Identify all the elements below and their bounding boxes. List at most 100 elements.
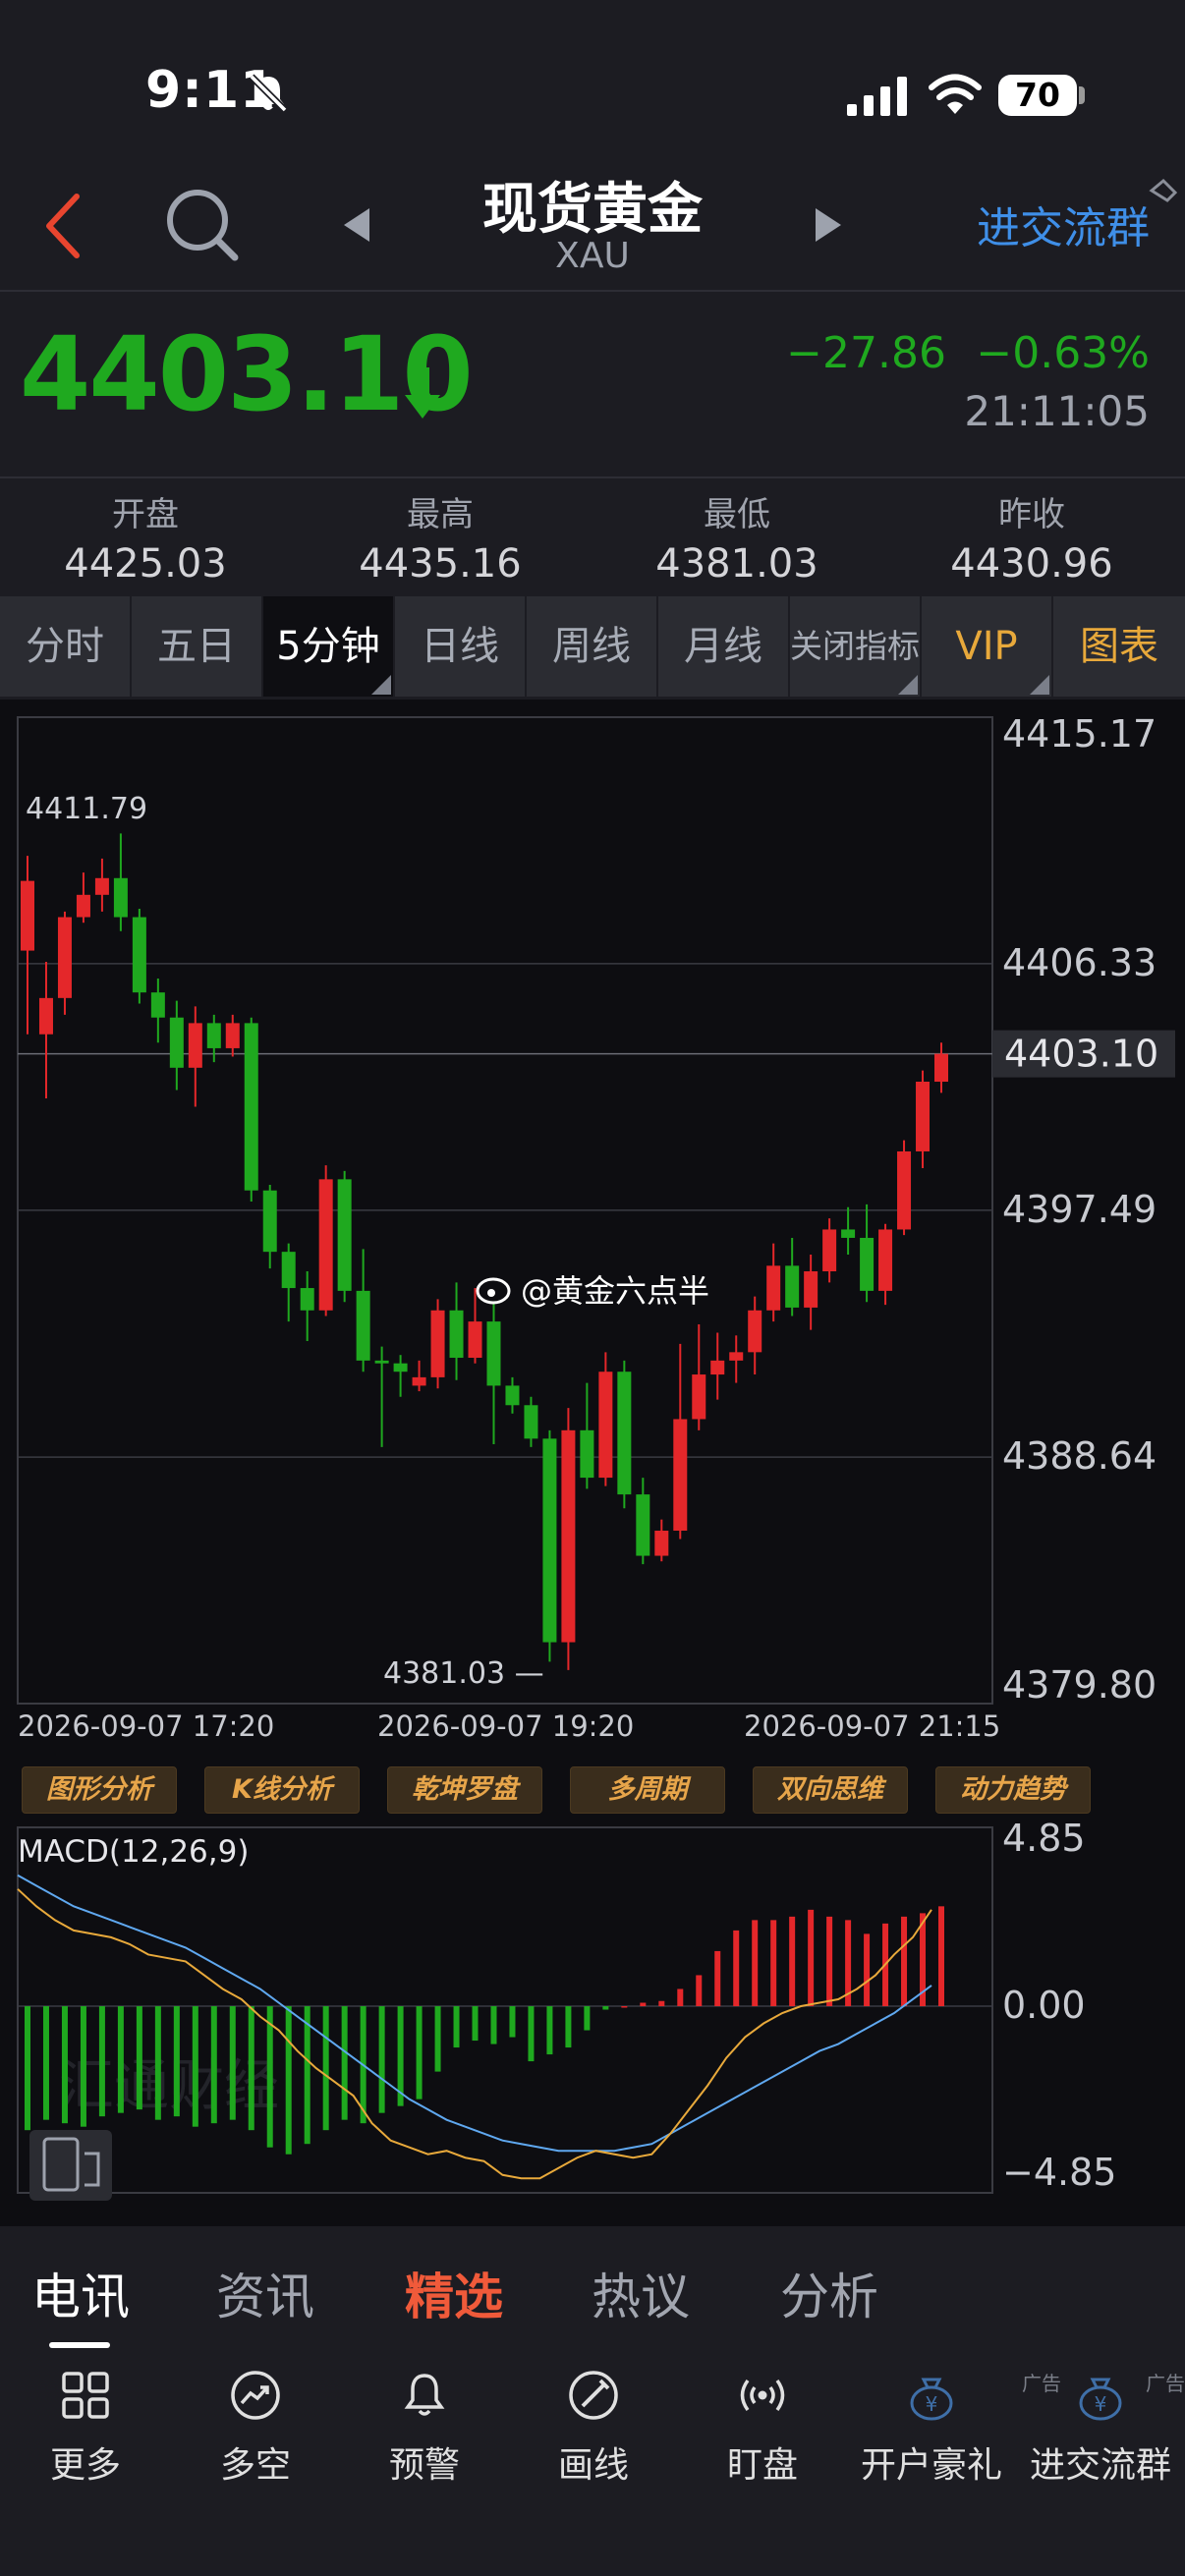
news-tab-analysis[interactable]: 分析 bbox=[780, 2258, 878, 2328]
news-tab-flash[interactable]: 电讯 bbox=[31, 2258, 130, 2328]
macd-bar bbox=[602, 2006, 609, 2010]
macd-bar bbox=[304, 2006, 310, 2145]
macd-bar bbox=[938, 1906, 944, 2006]
tool-pattern-analysis[interactable]: 图形分析 bbox=[22, 1766, 177, 1814]
ohlc-prev-close: 昨收 4430.96 bbox=[884, 487, 1179, 587]
candle-body bbox=[710, 1360, 725, 1375]
macd-bar bbox=[677, 1988, 684, 2006]
weibo-icon-dot bbox=[487, 1289, 495, 1297]
tab-daily[interactable]: 日线 bbox=[395, 596, 527, 697]
candle-body bbox=[486, 1321, 501, 1386]
main-chart-labels: 4415.17 4406.33 4397.49 4388.64 4379.80 4403.… bbox=[18, 712, 1175, 1743]
candle-body bbox=[934, 1053, 948, 1083]
candle-body bbox=[748, 1310, 762, 1353]
macd-bar bbox=[266, 2006, 273, 2148]
tab-weekly[interactable]: 周线 bbox=[527, 596, 658, 697]
weibo-watermark: @黄金六点半 bbox=[476, 1272, 709, 1310]
trend-circle-icon bbox=[231, 2371, 280, 2420]
tab-label: VIP bbox=[955, 624, 1018, 669]
tab-5min[interactable]: 5分钟 bbox=[263, 596, 395, 697]
candle-body bbox=[169, 1017, 184, 1068]
candle-body bbox=[561, 1429, 576, 1643]
candle-body bbox=[897, 1150, 912, 1230]
toolbar-label: 开户豪礼 bbox=[860, 2445, 1002, 2486]
broadcast-icon bbox=[740, 2379, 785, 2412]
tab-vip[interactable]: VIP bbox=[922, 596, 1053, 697]
tab-monthly[interactable]: 月线 bbox=[658, 596, 790, 697]
macd-bar bbox=[192, 2006, 198, 2127]
tab-close-indicator[interactable]: 关闭指标 bbox=[790, 596, 922, 697]
signal-icon bbox=[847, 77, 907, 116]
candle-body bbox=[412, 1376, 426, 1386]
candle-body bbox=[356, 1290, 370, 1361]
y-axis-tick: 4388.64 bbox=[1002, 1434, 1157, 1478]
toolbar-alert[interactable]: 预警 bbox=[346, 2368, 503, 2495]
macd-bar bbox=[136, 2006, 142, 2110]
macd-bar bbox=[322, 2006, 329, 2131]
macd-watermark: 汇通财经 bbox=[59, 2054, 279, 2118]
toolbar-account-gift[interactable]: ¥ 开户豪礼 bbox=[853, 2368, 1010, 2495]
candle-body bbox=[878, 1229, 893, 1291]
candle-body bbox=[766, 1265, 781, 1311]
tab-label: 关闭指标 bbox=[790, 627, 920, 665]
active-tab-indicator bbox=[49, 2342, 110, 2348]
macd-y-tick: 0.00 bbox=[1002, 1984, 1086, 2027]
toolbar-watch[interactable]: 盯盘 bbox=[684, 2368, 841, 2495]
candle-body bbox=[132, 917, 146, 993]
candle-body bbox=[57, 917, 72, 998]
candlestick-chart[interactable]: 4415.17 4406.33 4397.49 4388.64 4379.80 4403.… bbox=[0, 700, 1185, 2228]
candle-body bbox=[860, 1237, 875, 1291]
candle-body bbox=[281, 1252, 296, 1289]
wifi-icon bbox=[929, 74, 982, 114]
yen-bag-icon: ¥ bbox=[1079, 2378, 1122, 2421]
ohlc-high: 最高 4435.16 bbox=[293, 487, 588, 587]
news-tab-hot[interactable]: 热议 bbox=[592, 2258, 690, 2328]
tool-kline-analysis[interactable]: K线分析 bbox=[204, 1766, 360, 1814]
macd-bar bbox=[434, 2006, 441, 2072]
candle-body bbox=[449, 1310, 464, 1359]
toolbar-long-short[interactable]: 多空 bbox=[177, 2368, 334, 2495]
tab-chart[interactable]: 图表 bbox=[1053, 596, 1185, 697]
tab-label: 5分钟 bbox=[276, 624, 380, 669]
ohlc-value: 4381.03 bbox=[655, 541, 818, 587]
macd-bar bbox=[210, 2006, 217, 2124]
candle-body bbox=[38, 997, 53, 1035]
toolbar-label: 更多 bbox=[49, 2445, 121, 2486]
news-tab-featured[interactable]: 精选 bbox=[405, 2258, 503, 2328]
toolbar-more[interactable]: 更多 bbox=[7, 2368, 164, 2495]
macd-bar bbox=[378, 2006, 385, 2113]
tool-multi-period[interactable]: 多周期 bbox=[570, 1766, 725, 1814]
tab-five-day[interactable]: 五日 bbox=[132, 596, 263, 697]
candle-body bbox=[225, 1023, 240, 1048]
toolbar-label: 盯盘 bbox=[726, 2445, 798, 2486]
macd-bar bbox=[752, 1920, 759, 2006]
join-group-link[interactable]: 进交流群 bbox=[977, 193, 1150, 255]
candle-body bbox=[580, 1429, 594, 1479]
tool-compass[interactable]: 乾坤罗盘 bbox=[387, 1766, 542, 1814]
tab-dropdown-corner bbox=[371, 675, 391, 695]
candle-body bbox=[468, 1321, 482, 1359]
quote-time: 21:11:05 bbox=[964, 387, 1150, 435]
candle-body bbox=[542, 1438, 557, 1643]
macd-bar bbox=[248, 2006, 254, 2131]
high-price-label: 4411.79 bbox=[26, 792, 147, 826]
y-axis-tick: 4379.80 bbox=[1002, 1663, 1157, 1707]
macd-bar bbox=[61, 2006, 68, 2124]
candle-body bbox=[188, 1023, 202, 1068]
macd-bar bbox=[546, 2006, 553, 2055]
tab-dropdown-corner bbox=[898, 675, 918, 695]
macd-chart: MACD(12,26,9) 4.85 0.00 −4.85 汇通财经 bbox=[17, 1817, 1116, 2201]
analysis-tools: 图形分析 K线分析 乾坤罗盘 多周期 双向思维 动力趋势 bbox=[22, 1766, 1102, 1814]
tool-two-way[interactable]: 双向思维 bbox=[753, 1766, 908, 1814]
current-price-label: 4403.10 bbox=[1004, 1033, 1158, 1076]
candle-series bbox=[21, 833, 948, 1670]
header-divider bbox=[0, 290, 1185, 292]
candle-body bbox=[374, 1360, 389, 1364]
toolbar-draw-line[interactable]: 画线 bbox=[515, 2368, 672, 2495]
macd-bar bbox=[528, 2006, 535, 2062]
candle-body bbox=[94, 877, 109, 895]
yen-bag-icon: ¥ bbox=[910, 2378, 953, 2421]
tab-intraday[interactable]: 分时 bbox=[0, 596, 132, 697]
tool-momentum[interactable]: 动力趋势 bbox=[935, 1766, 1091, 1814]
news-tab-info[interactable]: 资讯 bbox=[216, 2258, 314, 2328]
